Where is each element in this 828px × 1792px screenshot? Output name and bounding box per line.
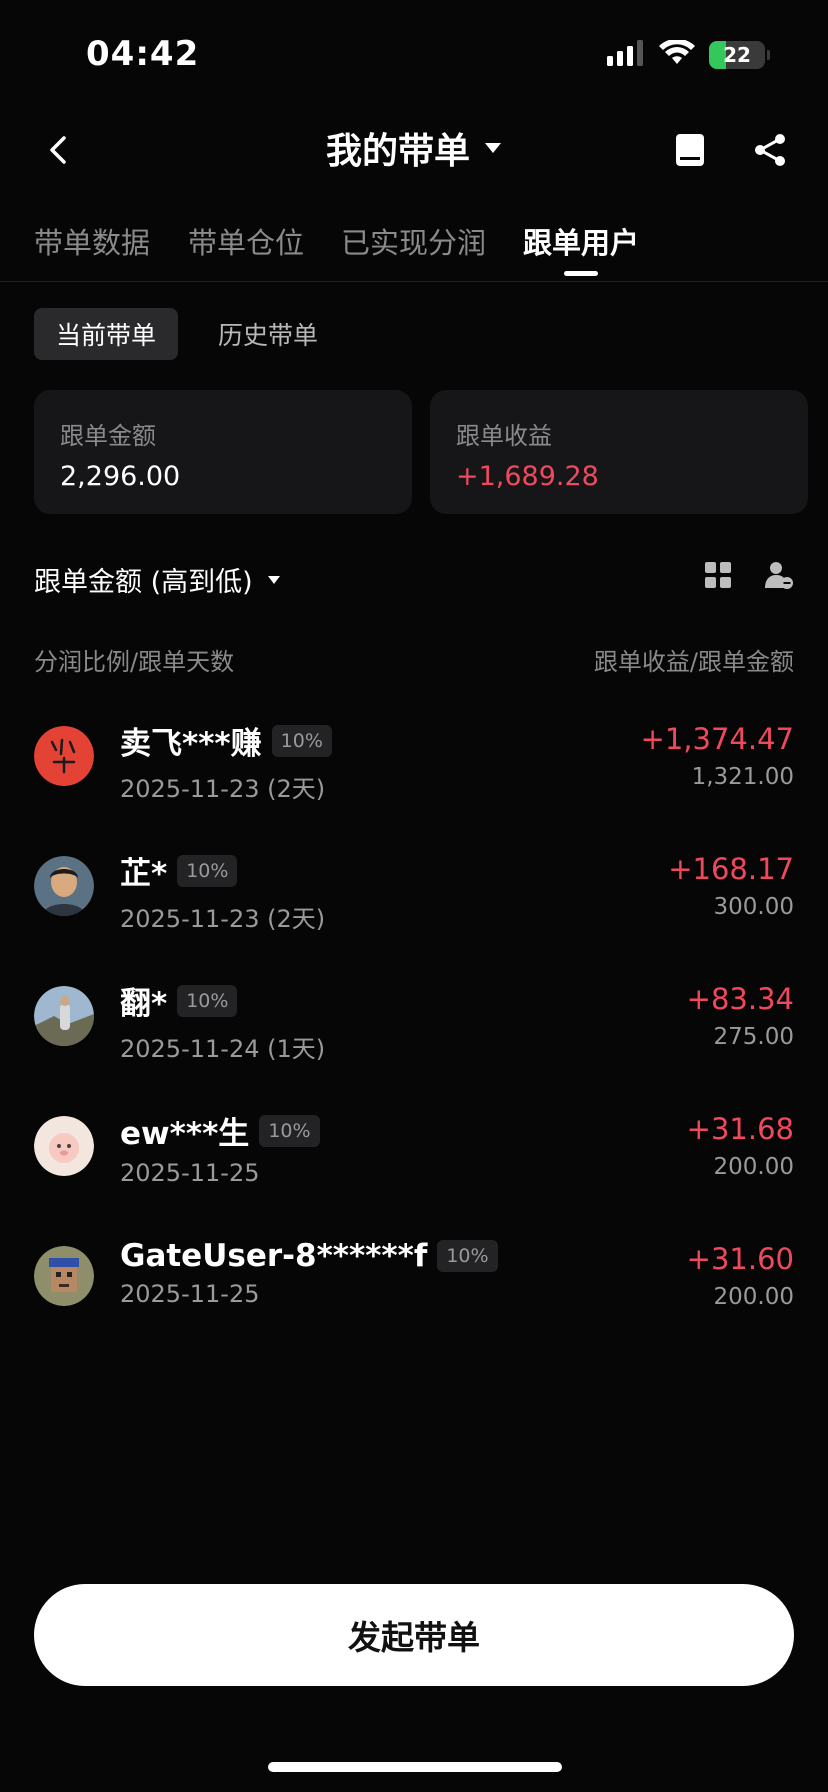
follower-name: GateUser-8******f — [120, 1238, 428, 1274]
avatar — [34, 856, 94, 916]
battery-indicator: 22 — [709, 41, 765, 69]
follow-date: 2025-11-23 (2天) — [120, 905, 326, 933]
profit-share-badge: 10% — [177, 854, 238, 887]
follower-name: 卖飞***赚 — [120, 726, 262, 762]
profit-share-badge: 10% — [271, 724, 332, 757]
nav-bar: 我的带单 — [0, 110, 828, 190]
sort-row: 跟单金额 (高到低) — [34, 556, 794, 604]
follower-row[interactable]: 翻* 10% 2025-11-24 (1天) +83.34 275.00 — [34, 972, 794, 1102]
follow-date: 2025-11-25 — [120, 1280, 260, 1308]
follower-name: 芷* — [120, 856, 168, 892]
caret-down-icon — [267, 575, 280, 584]
column-header-left: 分润比例/跟单天数 — [34, 648, 235, 676]
follower-values: +168.17 300.00 — [668, 852, 794, 920]
grid-view-icon[interactable] — [704, 561, 732, 589]
tab-leader-positions[interactable]: 带单仓位 — [188, 220, 304, 262]
sub-tabs: 当前带单 历史带单 — [34, 308, 340, 360]
follower-profit: +1,374.47 — [640, 722, 794, 756]
follower-info: 芷* 10% 2025-11-23 (2天) — [120, 848, 325, 934]
follower-amount: 300.00 — [713, 894, 794, 920]
follower-profit: +31.60 — [686, 1242, 794, 1276]
subtab-current[interactable]: 当前带单 — [34, 308, 179, 360]
status-bar: 04:42 22 — [0, 0, 828, 110]
copy-profit-value: +1,689.28 — [456, 461, 599, 492]
follower-info: GateUser-8******f 10% 2025-11-25 — [120, 1238, 498, 1308]
book-button[interactable] — [668, 128, 712, 172]
status-icons: 22 — [607, 38, 770, 70]
follow-date: 2025-11-24 (1天) — [120, 1035, 326, 1063]
follower-name: 翻* — [120, 986, 168, 1022]
column-header-right: 跟单收益/跟单金额 — [593, 648, 794, 676]
copy-profit-label: 跟单收益 — [456, 422, 552, 450]
follower-name: ew***生 — [120, 1116, 250, 1152]
remove-user-icon[interactable] — [764, 560, 794, 590]
tab-followers-label: 跟单用户 — [523, 226, 640, 260]
tab-realized-profit-share[interactable]: 已实现分润 — [341, 220, 486, 262]
copy-amount-label: 跟单金额 — [60, 422, 156, 450]
cellular-signal-icon — [607, 40, 645, 70]
view-actions — [704, 560, 794, 590]
follower-row[interactable]: 芷* 10% 2025-11-23 (2天) +168.17 300.00 — [34, 842, 794, 972]
avatar — [34, 1116, 94, 1176]
follower-amount: 200.00 — [713, 1284, 794, 1310]
avatar — [34, 726, 94, 786]
battery-level: 22 — [723, 43, 751, 67]
page-title: 我的带单 — [325, 131, 470, 172]
follower-info: 翻* 10% 2025-11-24 (1天) — [120, 978, 325, 1064]
follow-date: 2025-11-23 (2天) — [120, 775, 326, 803]
follower-row[interactable]: 卖飞***赚 10% 2025-11-23 (2天) +1,374.47 1,3… — [34, 712, 794, 842]
sort-dropdown[interactable]: 跟单金额 (高到低) — [34, 560, 281, 599]
book-icon — [676, 134, 704, 166]
follower-amount: 275.00 — [713, 1024, 794, 1050]
avatar — [34, 986, 94, 1046]
follower-list: 卖飞***赚 10% 2025-11-23 (2天) +1,374.47 1,3… — [34, 712, 794, 1362]
profit-share-badge: 10% — [437, 1240, 498, 1272]
caret-down-icon — [485, 143, 501, 153]
status-time: 04:42 — [86, 34, 200, 74]
follow-date: 2025-11-25 — [120, 1159, 260, 1187]
follower-profit: +168.17 — [668, 852, 794, 886]
battery-cap — [767, 50, 770, 60]
tab-active-indicator — [564, 271, 598, 276]
profit-share-badge: 10% — [259, 1114, 320, 1147]
summary-cards: 跟单金额 2,296.00 跟单收益 +1,689.28 — [34, 390, 808, 514]
copy-profit-card: 跟单收益 +1,689.28 — [430, 390, 808, 514]
share-icon — [755, 134, 785, 166]
start-leading-button[interactable]: 发起带单 — [34, 1584, 794, 1686]
home-indicator — [268, 1762, 562, 1772]
follower-values: +31.60 200.00 — [687, 1242, 794, 1310]
avatar — [34, 1246, 94, 1306]
copy-amount-card: 跟单金额 2,296.00 — [34, 390, 412, 514]
follower-amount: 200.00 — [713, 1154, 794, 1180]
tab-leader-data[interactable]: 带单数据 — [34, 220, 150, 262]
follower-row[interactable]: ew***生 10% 2025-11-25 +31.68 200.00 — [34, 1102, 794, 1232]
profit-share-badge: 10% — [177, 984, 238, 1017]
follower-row[interactable]: GateUser-8******f 10% 2025-11-25 +31.60 … — [34, 1232, 794, 1362]
tab-followers[interactable]: 跟单用户 — [523, 220, 640, 276]
copy-amount-value: 2,296.00 — [60, 461, 181, 492]
screen: 04:42 22 我的带单 带单数据 带单仓位 已实现分润 跟单用户 当前带单 … — [0, 0, 828, 1792]
nav-actions — [668, 128, 792, 172]
follower-amount: 1,321.00 — [691, 764, 794, 790]
follower-profit: +31.68 — [686, 1112, 794, 1146]
follower-values: +31.68 200.00 — [687, 1112, 794, 1180]
sort-label: 跟单金额 (高到低) — [34, 567, 253, 598]
share-button[interactable] — [748, 128, 792, 172]
wifi-icon — [659, 38, 695, 70]
follower-profit: +83.34 — [686, 982, 794, 1016]
main-tabs: 带单数据 带单仓位 已实现分润 跟单用户 — [0, 206, 828, 282]
follower-values: +1,374.47 1,321.00 — [641, 722, 794, 790]
follower-info: ew***生 10% 2025-11-25 — [120, 1108, 320, 1187]
follower-info: 卖飞***赚 10% 2025-11-23 (2天) — [120, 718, 332, 804]
follower-values: +83.34 275.00 — [687, 982, 794, 1050]
subtab-history[interactable]: 历史带单 — [196, 308, 340, 360]
